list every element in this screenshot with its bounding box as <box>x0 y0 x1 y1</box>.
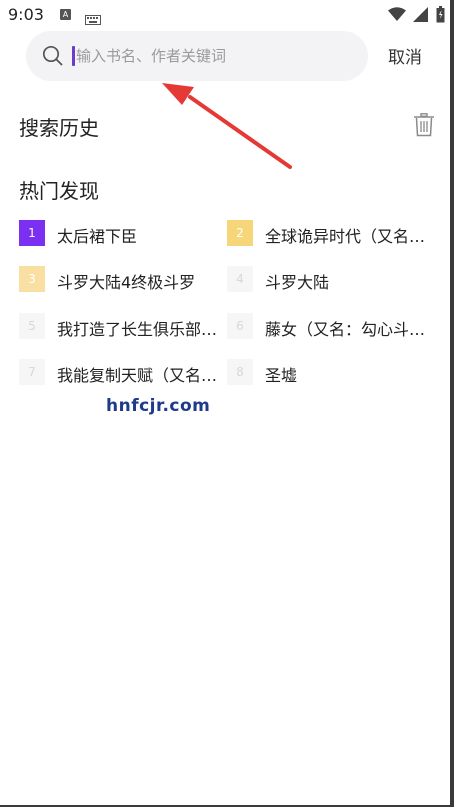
search-history-title: 搜索历史 <box>19 116 99 140</box>
rank-badge: 5 <box>19 313 45 339</box>
rank-badge: 7 <box>19 359 45 385</box>
wifi-icon <box>388 7 406 26</box>
rank-badge: 8 <box>227 359 253 385</box>
battery-icon <box>436 6 445 27</box>
search-input[interactable] <box>76 43 346 69</box>
hot-list-item[interactable]: 3 斗罗大陆4终极斗罗 <box>19 266 229 292</box>
hot-list-item[interactable]: 4 斗罗大陆 <box>227 266 437 292</box>
status-time: 9:03 <box>8 5 44 24</box>
rank-badge: 4 <box>227 266 253 292</box>
rank-badge: 2 <box>227 220 253 246</box>
book-title: 斗罗大陆4终极斗罗 <box>57 273 196 292</box>
book-title: 斗罗大陆 <box>265 273 330 292</box>
rank-badge: 1 <box>19 220 45 246</box>
rank-badge: 6 <box>227 313 253 339</box>
status-bar: 9:03 A <box>0 0 450 30</box>
hot-list-item[interactable]: 1 太后裙下臣 <box>19 220 229 246</box>
a-app-icon: A <box>60 9 71 20</box>
book-title: 我打造了长生俱乐部… <box>57 320 218 339</box>
hot-list-item[interactable]: 5 我打造了长生俱乐部… <box>19 313 229 339</box>
book-title: 圣墟 <box>265 366 298 385</box>
keyboard-icon <box>85 10 101 29</box>
search-box[interactable] <box>26 31 368 81</box>
watermark-text: hnfcjr.com <box>106 396 211 416</box>
app-screen: 9:03 A 输入书名、作者关键词 取消 搜索历史 热门发现 1 太后裙下臣 2… <box>0 0 454 807</box>
signal-icon <box>413 7 428 26</box>
hot-list-item[interactable]: 2 全球诡异时代（又名… <box>227 220 437 246</box>
book-title: 我能复制天赋（又名… <box>57 366 218 385</box>
red-arrow-annotation <box>162 83 292 169</box>
hot-list-item[interactable]: 6 藤女（又名：勾心斗… <box>227 313 437 339</box>
cancel-button[interactable]: 取消 <box>388 43 422 68</box>
book-title: 全球诡异时代（又名… <box>265 227 426 246</box>
book-title: 藤女（又名：勾心斗… <box>265 320 426 339</box>
hot-list-item[interactable]: 8 圣墟 <box>227 359 437 385</box>
rank-badge: 3 <box>19 266 45 292</box>
book-title: 太后裙下臣 <box>57 227 138 246</box>
hot-discovery-title: 热门发现 <box>19 179 99 203</box>
hot-list-item[interactable]: 7 我能复制天赋（又名… <box>19 359 229 385</box>
search-icon <box>42 45 64 71</box>
text-cursor <box>72 46 75 66</box>
trash-icon[interactable] <box>413 113 435 141</box>
